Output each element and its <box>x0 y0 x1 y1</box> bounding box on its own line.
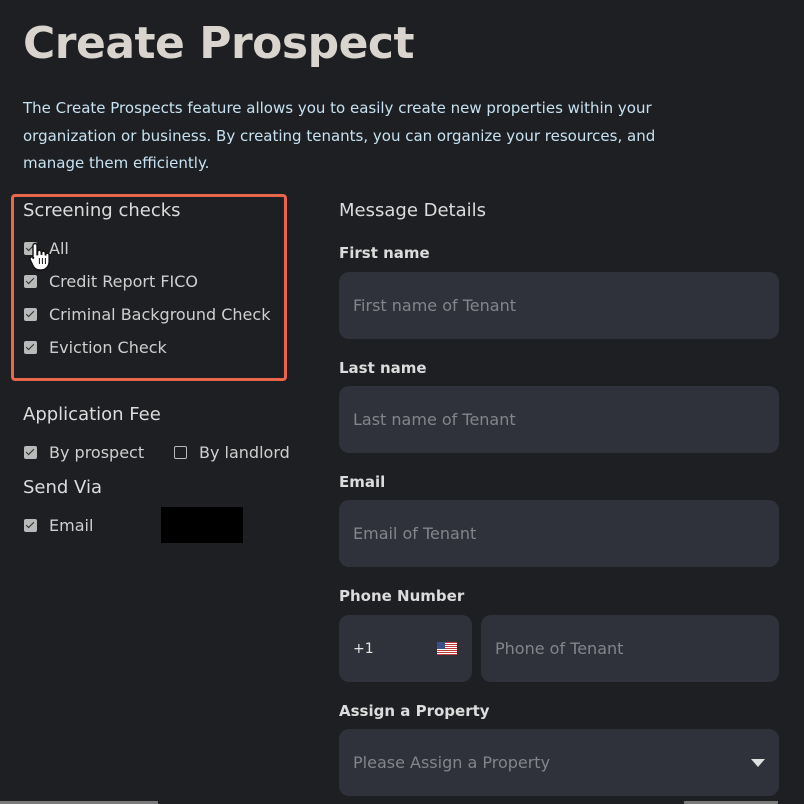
screening-check-credit-report[interactable]: Credit Report FICO <box>24 270 198 292</box>
checkbox-criminal-background[interactable] <box>24 307 37 321</box>
checkbox-by-prospect[interactable] <box>24 445 37 459</box>
email-label: Email <box>339 473 386 491</box>
email-input[interactable] <box>339 500 779 567</box>
checkbox-email[interactable] <box>24 518 37 532</box>
page-description: The Create Prospects feature allows you … <box>23 99 656 172</box>
hand-pointer-cursor-icon <box>29 242 50 271</box>
checkbox-label: By prospect <box>49 442 145 462</box>
chevron-down-icon <box>751 758 765 767</box>
phone-number-label: Phone Number <box>339 587 465 605</box>
send-via-title: Send Via <box>23 477 103 498</box>
fee-by-landlord[interactable]: By landlord <box>174 441 290 463</box>
screening-check-criminal-background[interactable]: Criminal Background Check <box>24 303 270 325</box>
assign-property-placeholder: Please Assign a Property <box>353 753 551 772</box>
checkbox-by-landlord[interactable] <box>174 445 187 459</box>
checkbox-credit-report[interactable] <box>24 274 37 288</box>
message-details-title: Message Details <box>339 200 487 221</box>
phone-input[interactable] <box>481 615 779 682</box>
screening-checks-title: Screening checks <box>23 200 181 221</box>
fee-by-prospect[interactable]: By prospect <box>24 441 144 463</box>
checkbox-label: Criminal Background Check <box>49 304 271 324</box>
last-name-input[interactable] <box>339 386 779 453</box>
country-code: +1 <box>353 640 374 657</box>
assign-property-label: Assign a Property <box>339 702 490 720</box>
screening-check-eviction[interactable]: Eviction Check <box>24 336 167 358</box>
last-name-label: Last name <box>339 359 427 377</box>
redacted-region <box>161 507 243 543</box>
checkbox-eviction[interactable] <box>24 340 37 354</box>
country-code-select[interactable]: +1 <box>339 615 472 682</box>
first-name-input[interactable] <box>339 272 779 339</box>
application-fee-title: Application Fee <box>23 404 161 425</box>
first-name-label: First name <box>339 244 430 262</box>
checkbox-label: Credit Report FICO <box>49 271 199 291</box>
checkbox-label: By landlord <box>199 442 290 462</box>
send-via-email[interactable]: Email <box>24 514 93 536</box>
assign-property-select[interactable]: Please Assign a Property <box>339 729 779 796</box>
us-flag-icon <box>437 642 457 655</box>
create-prospect-page: Create Prospect The Create Prospects fea… <box>0 0 804 804</box>
page-title: Create Prospect <box>23 18 415 69</box>
checkbox-label: Eviction Check <box>49 337 167 357</box>
checkbox-label: Email <box>49 515 94 535</box>
